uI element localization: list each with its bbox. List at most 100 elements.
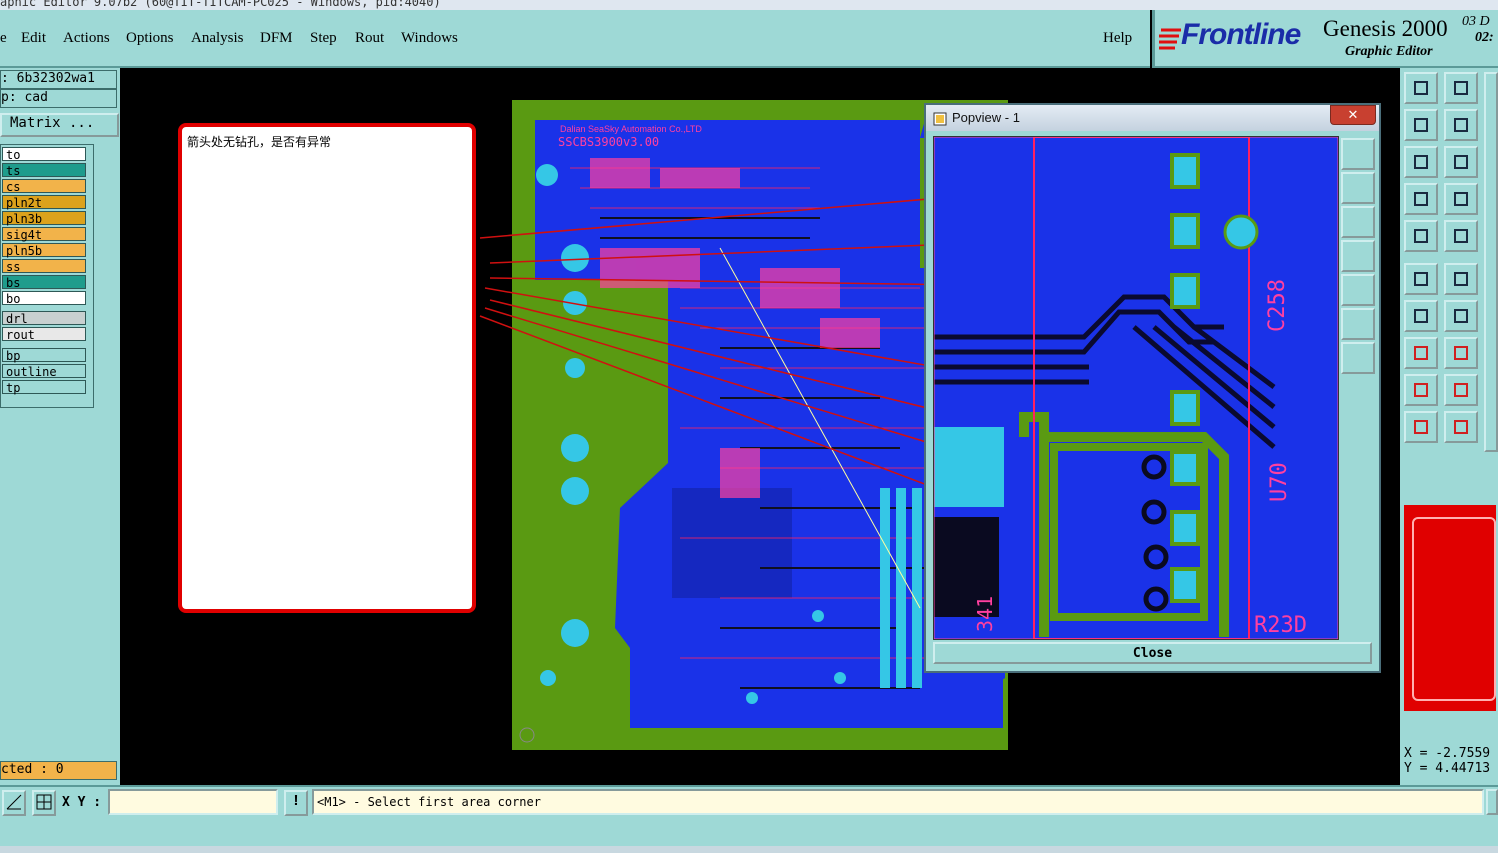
popview-canvas[interactable]: C258 U70 R23D 341: [933, 136, 1339, 640]
add-pad-icon: [1414, 346, 1428, 360]
popview-tool-2[interactable]: [1341, 172, 1375, 204]
matrix-button[interactable]: Matrix ...: [0, 113, 119, 137]
snap-icon: [1414, 192, 1428, 206]
popview-dark-traces: [934, 294, 1276, 449]
popview-tool-7[interactable]: [1341, 342, 1375, 374]
popview-tool-1[interactable]: [1341, 138, 1375, 170]
select-icon: [1414, 229, 1428, 243]
add-pad-icon-button[interactable]: [1404, 337, 1438, 369]
task-strip: [0, 820, 1498, 853]
popview-window: Popview - 1 ✕ C258 U70 R23D 341 Close: [924, 103, 1381, 673]
grid-icon[interactable]: [32, 790, 56, 816]
status-message: <M1> - Select first area corner: [317, 795, 541, 809]
feature-icon: [1454, 229, 1468, 243]
layer-drl[interactable]: drl: [2, 311, 86, 326]
bottom-right-button[interactable]: [1486, 789, 1498, 815]
move-icon: [1454, 383, 1468, 397]
brand-logo: Frontline: [1181, 18, 1301, 51]
board-header-2: SSCBS3900v3.00: [558, 135, 659, 149]
menu-file[interactable]: e: [0, 30, 7, 47]
grid-toggle-button[interactable]: [1444, 183, 1478, 215]
layer-cs[interactable]: cs: [2, 179, 86, 194]
window-title: aphic Editor 9.07b2 (60@TIT-TITCAM-PC025…: [0, 0, 441, 9]
popview-drill-rings: [1141, 454, 1169, 612]
edit-icon: [1454, 309, 1468, 323]
snap-button[interactable]: [1404, 183, 1438, 215]
zoom-in-icon: [1414, 118, 1428, 132]
note-text: 箭头处无钻孔，是否有异常: [187, 135, 332, 149]
menu-edit[interactable]: Edit: [21, 30, 46, 47]
menu-dfm[interactable]: DFM: [260, 30, 293, 47]
menu-options[interactable]: Options: [126, 30, 174, 47]
pan-button[interactable]: [1404, 146, 1438, 178]
layer-sig4t[interactable]: sig4t: [2, 227, 86, 242]
brand-time: 02:: [1475, 30, 1494, 45]
right-toolbar-overflow[interactable]: [1484, 72, 1498, 452]
layer-rout[interactable]: rout: [2, 327, 86, 342]
popview-tool-5[interactable]: [1341, 274, 1375, 306]
zoom-home-icon: [1414, 81, 1428, 95]
zoom-out-button[interactable]: [1444, 109, 1478, 141]
brand-date: 03 D: [1462, 14, 1490, 29]
popview-teal-block: [934, 427, 1004, 507]
alert-icon[interactable]: !: [284, 790, 308, 816]
popview-close-button[interactable]: Close: [933, 642, 1372, 664]
layer-bs[interactable]: bs: [2, 275, 86, 290]
menu-actions[interactable]: Actions: [63, 30, 110, 47]
edit-icon-button[interactable]: [1444, 300, 1478, 332]
popview-tool-6[interactable]: [1341, 308, 1375, 340]
move-icon-button[interactable]: [1444, 374, 1478, 406]
job-field[interactable]: : 6b32302wa1: [0, 70, 117, 89]
step-field[interactable]: p: cad: [0, 89, 117, 108]
layer-to[interactable]: to: [2, 147, 86, 162]
right-toolbar: X = -2.7559 Y = 4.44713: [1400, 68, 1498, 785]
zoom-fit-button[interactable]: [1444, 72, 1478, 104]
zoom-area-button[interactable]: [1444, 146, 1478, 178]
menu-help[interactable]: Help: [1103, 30, 1132, 47]
xy-input[interactable]: [108, 789, 278, 815]
layer-pln5b[interactable]: pln5b: [2, 243, 86, 258]
popview-label-u70: U70: [1267, 462, 1292, 502]
layer-tp[interactable]: tp: [2, 380, 86, 395]
menu-rout[interactable]: Rout: [355, 30, 384, 47]
menu-windows[interactable]: Windows: [401, 30, 458, 47]
measure-icon-button[interactable]: [1404, 263, 1438, 295]
popview-red-outline: [1033, 137, 1250, 639]
delete-icon-button[interactable]: [1444, 337, 1478, 369]
feature-icon-button[interactable]: [1444, 220, 1478, 252]
popview-zoom-svg: C258 U70 R23D 341: [934, 137, 1338, 639]
triangle-icon-button[interactable]: [1404, 374, 1438, 406]
clear-icon-button[interactable]: [1444, 263, 1478, 295]
layer-bp[interactable]: bp: [2, 348, 86, 363]
layer-ts[interactable]: ts: [2, 163, 86, 178]
mini-map[interactable]: [1402, 503, 1498, 713]
brand-subtitle: Graphic Editor: [1345, 44, 1433, 59]
popview-tool-3[interactable]: [1341, 206, 1375, 238]
layer-ss[interactable]: ss: [2, 259, 86, 274]
zoom-home-button[interactable]: [1404, 72, 1438, 104]
popview-circle-pad: [1223, 214, 1259, 250]
select-icon-button[interactable]: [1404, 220, 1438, 252]
pointer-alt-icon-button[interactable]: [1444, 411, 1478, 443]
popview-label-341: 341: [973, 596, 997, 632]
layer-bo[interactable]: bo: [2, 291, 86, 306]
coord-x: X = -2.7559: [1404, 746, 1491, 761]
board-header-1: Dalian SeaSky Automation Co.,LTD: [560, 124, 702, 134]
pointer-icon-button[interactable]: [1404, 411, 1438, 443]
measure-icon[interactable]: [2, 790, 26, 816]
clear-icon: [1454, 272, 1468, 286]
zoom-area-icon: [1454, 155, 1468, 169]
popview-close-x[interactable]: ✕: [1330, 105, 1376, 125]
layer-pln2t[interactable]: pln2t: [2, 195, 86, 210]
popview-title-bar: Popview - 1 ✕: [926, 105, 1379, 131]
taskbar-edge: [0, 846, 1498, 853]
popview-label-c258: C258: [1265, 279, 1290, 332]
annotation-note: 箭头处无钻孔，是否有异常: [178, 123, 476, 613]
layer-outline[interactable]: outline: [2, 364, 86, 379]
menu-step[interactable]: Step: [310, 30, 337, 47]
menu-analysis[interactable]: Analysis: [191, 30, 244, 47]
layer-pln3b[interactable]: pln3b: [2, 211, 86, 226]
zoom-in-button[interactable]: [1404, 109, 1438, 141]
line-icon-button[interactable]: [1404, 300, 1438, 332]
popview-tool-4[interactable]: [1341, 240, 1375, 272]
